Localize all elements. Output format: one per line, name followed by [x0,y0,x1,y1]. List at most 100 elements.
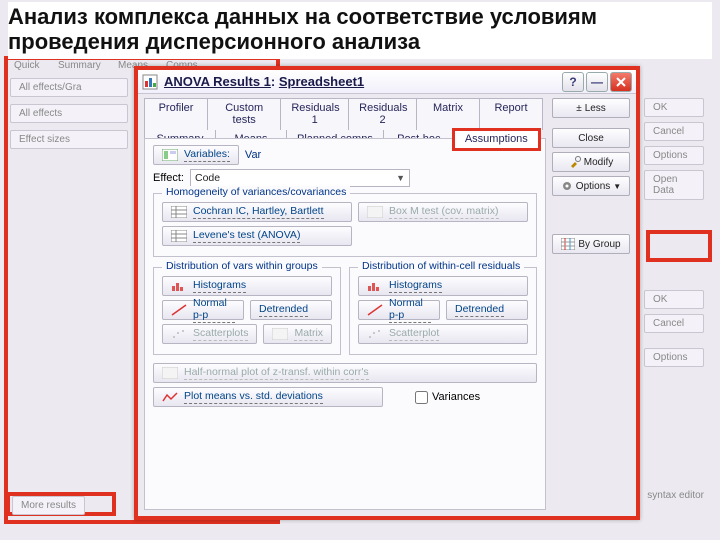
variances-check-input[interactable] [415,391,428,404]
bg-red-outline-right [646,230,712,262]
detr-left-label: Detrended [259,303,308,317]
npp-right-button[interactable]: Normal p-p [358,300,440,320]
homogeneity-title: Homogeneity of variances/covariances [162,186,350,198]
effect-combo[interactable]: Code ▼ [190,169,410,187]
app-icon [142,74,158,90]
tab-residuals1[interactable]: Residuals 1 [280,98,349,130]
levene-label: Levene's test (ANOVA) [193,229,300,243]
modify-label: Modify [584,157,613,168]
bg-options: Options [644,146,704,165]
detrended-right-button[interactable]: Detrended [446,300,528,320]
bg-syntax: syntax editor [647,490,704,501]
hist-icon [171,279,187,293]
npp-left-button[interactable]: Normal p-p [162,300,244,320]
assumptions-panel: Variables: Var Effect: Code ▼ Homogeneit… [144,138,546,510]
halfnormal-label: Half-normal plot of z-transf. within cor… [184,366,369,380]
scatter-left-label: Scatterplots [193,327,248,341]
bg-cancel: Cancel [644,122,704,141]
grid-icon [561,238,575,250]
title-sep: : [271,74,279,89]
tab-row-1: Profiler Custom tests Residuals 1 Residu… [144,98,542,130]
variables-button[interactable]: Variables: [153,145,239,165]
bg-options2: Options [644,348,704,367]
variances-label: Variances [432,391,480,403]
cochran-button[interactable]: Cochran IC, Hartley, Bartlett [162,202,352,222]
plot-means-button[interactable]: Plot means vs. std. deviations [153,387,383,407]
dialog-body: Profiler Custom tests Residuals 1 Residu… [138,94,636,516]
bg-cancel2: Cancel [644,314,704,333]
less-label: Less [585,103,606,114]
variables-label: Variables: [184,148,230,162]
tab-assumptions[interactable]: Assumptions [454,130,539,149]
slide-heading: Анализ комплекса данных на соответствие … [8,2,712,59]
histograms-right-button[interactable]: Histograms [358,276,528,296]
variables-value: Var [245,149,261,161]
scatter-right-label: Scatterplot [389,327,439,341]
plot-icon-disabled [162,366,178,380]
plotmeans-label: Plot means vs. std. deviations [184,390,323,404]
halfnormal-button: Half-normal plot of z-transf. within cor… [153,363,537,383]
line-icon [171,303,187,317]
cochran-label: Cochran IC, Hartley, Bartlett [193,205,324,219]
heading-line1: Анализ комплекса данных на соответствие … [8,4,597,29]
detrended-left-button[interactable]: Detrended [250,300,332,320]
detr-right-label: Detrended [455,303,504,317]
dialog-title: ANOVA Results 1: Spreadsheet1 [164,74,560,89]
matrix-left-button: Matrix [263,324,332,344]
less-button[interactable]: ±Less [552,98,630,118]
hist-left-label: Histograms [193,279,246,293]
hist-right-label: Histograms [389,279,442,293]
line-icon [367,303,383,317]
anova-results-dialog: ANOVA Results 1: Spreadsheet1 ? — Profil… [134,66,640,520]
effect-value: Code [195,172,220,184]
dist-resid-title: Distribution of within-cell residuals [358,260,524,272]
modify-button[interactable]: Modify [552,152,630,172]
dist-vars-group: Distribution of vars within groups Histo… [153,267,341,355]
tab-matrix[interactable]: Matrix [416,98,480,130]
table-icon-disabled [367,205,383,219]
scatter-icon [171,327,187,341]
wrench-icon [569,156,581,168]
gear-icon [561,180,573,192]
close-label: Close [578,133,604,144]
scatter-right-button: Scatterplot [358,324,528,344]
right-button-column: ±Less Close Modify Options▼ By Group [552,98,630,254]
variances-checkbox[interactable]: Variances [415,387,480,407]
effect-label: Effect: [153,172,184,184]
by-group-button[interactable]: By Group [552,234,630,254]
table-icon [171,205,187,219]
close-button[interactable] [610,72,632,92]
close-panel-button[interactable]: Close [552,128,630,148]
table-icon [171,229,187,243]
levene-button[interactable]: Levene's test (ANOVA) [162,226,352,246]
line-icon [162,390,178,404]
tab-custom-tests[interactable]: Custom tests [207,98,281,130]
scatter-left-button: Scatterplots [162,324,257,344]
matrix-left-label: Matrix [294,327,323,341]
vars-icon [162,148,178,162]
tab-residuals2[interactable]: Residuals 2 [348,98,417,130]
heading-line2: проведения дисперсионного анализа [8,29,420,54]
npp-right-label: Normal p-p [389,297,431,323]
options-label: Options [576,181,610,192]
histograms-left-button[interactable]: Histograms [162,276,332,296]
chevron-down-icon: ▼ [396,173,405,183]
bg-more-results: More results [12,496,85,515]
minimize-button[interactable]: — [586,72,608,92]
titlebar[interactable]: ANOVA Results 1: Spreadsheet1 ? — [138,70,636,94]
dist-resid-group: Distribution of within-cell residuals Hi… [349,267,537,355]
title-doc: Spreadsheet1 [279,74,364,89]
tab-report[interactable]: Report [479,98,543,130]
matrix-icon [272,327,288,341]
by-group-label: By Group [578,239,620,250]
tab-profiler[interactable]: Profiler [144,98,208,130]
boxm-label: Box M test (cov. matrix) [389,205,499,219]
hist-icon [367,279,383,293]
dist-vars-title: Distribution of vars within groups [162,260,322,272]
npp-left-label: Normal p-p [193,297,235,323]
bg-ok2: OK [644,290,704,309]
scatter-icon [367,327,383,341]
title-prefix: ANOVA Results 1 [164,74,271,89]
options-button[interactable]: Options▼ [552,176,630,196]
help-button[interactable]: ? [562,72,584,92]
